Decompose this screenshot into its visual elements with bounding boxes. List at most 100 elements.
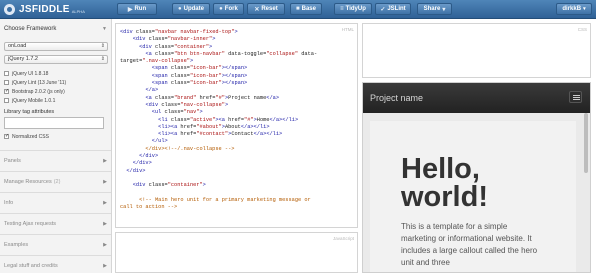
tidyup-button[interactable]: ≡ TidyUp [334,3,372,15]
library-tag-label: Library tag attributes [4,109,55,115]
library-label: jQuery UI 1.8.18 [12,70,49,77]
section-legal[interactable]: Legal stuff and credits ▶ [0,255,111,273]
chevron-down-icon[interactable]: ▼ [102,26,107,32]
html-editor-panel[interactable]: HTML <div class="navbar navbar-fixed-top… [115,23,358,228]
section-examples[interactable]: Examples ▶ [0,234,111,255]
code-line: <li><a href="#about">About</a></li> [158,123,270,130]
section-label: Panels [4,158,21,164]
run-button[interactable]: ▶ Run [117,3,157,15]
section-label: Manage Resources [4,179,52,185]
menu-bar [573,97,580,98]
fork-label: Fork [224,6,238,12]
result-scrollbar[interactable] [584,113,588,173]
code-line: <div class="navbar-inner"> [132,36,216,43]
js-editor-panel[interactable]: JavaScript [115,232,358,273]
section-testing-ajax[interactable]: Testing Ajax requests ▶ [0,213,111,234]
checkbox-checked[interactable] [4,133,9,139]
code-line: <!-- Main hero unit for a primary market… [120,196,311,203]
code-line: <div class="nav-collapse"> [145,101,229,108]
base-button[interactable]: ■ Base [290,3,322,15]
chevron-down-icon: ▾ [583,6,586,12]
select-arrows-icon: ⇕ [100,56,105,62]
chevron-right-icon: ▶ [103,158,107,164]
framework-select[interactable]: jQuery 1.7.2 ⇕ [4,55,108,64]
fork-button[interactable]: ● Fork [213,3,244,15]
code-line: <span class="icon-bar"></span> [151,72,248,79]
framework-heading: Choose Framework [4,26,57,32]
navbar-brand[interactable]: Project name [370,93,423,103]
hero-text: This is a template for a simple marketin… [401,222,538,267]
share-button[interactable]: Share ▾ [417,3,452,15]
framework-value: jQuery 1.7.2 [8,56,38,62]
code-line: </div> [132,160,152,167]
code-line: <li class="active"><a href="#">Home</a><… [158,116,299,123]
checkbox[interactable] [4,80,9,85]
library-label: Bootstrap 2.0.2 (js only) [12,88,65,95]
library-tag-input[interactable] [4,117,104,129]
code-line: </div><!--/.nav-collapse --> [120,145,235,152]
checkbox-checked[interactable] [4,88,9,94]
section-panels[interactable]: Panels ▶ [0,150,111,171]
result-panel[interactable]: Project name Hello, world! This is a tem… [362,82,591,273]
update-label: Update [183,6,204,12]
resource-count: (2) [53,179,61,185]
tidy-icon: ≡ [340,6,344,12]
code-line: target=".nav-collapse"> [120,58,194,65]
library-bootstrap[interactable]: Bootstrap 2.0.2 (js only) [4,88,65,95]
hero-title-line: Hello, [401,153,480,185]
play-icon: ▶ [127,6,133,13]
normalized-css-label: Normalized CSS [12,133,49,140]
code-line: <ul class="nav"> [151,109,203,116]
load-type-value: onLoad [8,43,27,49]
code-line: <span class="icon-bar"></span> [151,65,248,72]
library-label: jQuery Lint (13 June '11) [12,79,67,86]
cloud-icon [4,4,15,15]
load-type-select[interactable]: onLoad ⇕ [4,42,108,51]
menu-bar [573,99,580,100]
username: dirkkB [562,6,582,12]
top-toolbar: JSFIDDLE ALPHA ▶ Run ● Update ● Fork ✕ R… [0,0,596,19]
update-icon: ● [178,6,182,12]
css-editor-panel[interactable]: CSS [362,23,591,78]
jslint-button[interactable]: ✓ JSLint [375,3,411,15]
code-line: <a class="btn btn-navbar" data-toggle="c… [145,50,318,57]
hero-title: Hello, world! [401,153,488,213]
checkbox[interactable] [4,98,9,103]
panel-label: CSS [577,27,587,32]
checkbox[interactable] [4,71,9,76]
library-jquery-ui[interactable]: jQuery UI 1.8.18 [4,70,48,77]
reset-icon: ✕ [254,6,260,13]
normalized-css-option[interactable]: Normalized CSS [4,133,49,140]
chevron-right-icon: ▶ [103,221,107,227]
hero-title-line: world! [401,181,488,213]
code-line: </ul> [151,138,168,145]
library-jquery-mobile[interactable]: jQuery Mobile 1.0.1 [4,97,55,104]
logo-text: JSFIDDLE [19,4,70,15]
jsfiddle-logo[interactable]: JSFIDDLE ALPHA [4,3,85,16]
user-menu-button[interactable]: dirkkB ▾ [556,3,592,15]
chevron-right-icon: ▶ [103,179,107,185]
update-button[interactable]: ● Update [172,3,210,15]
section-label: Examples [4,242,29,248]
result-navbar: Project name [363,83,590,113]
share-label: Share [423,6,441,12]
select-arrows-icon: ⇕ [100,43,105,49]
library-jquery-lint[interactable]: jQuery Lint (13 June '11) [4,79,66,86]
html-code-editor[interactable]: <div class="navbar navbar-fixed-top"> <d… [120,29,317,211]
section-info[interactable]: Info ▶ [0,192,111,213]
code-line: </div> [139,153,159,160]
reset-button[interactable]: ✕ Reset [247,3,285,15]
menu-toggle-button[interactable] [569,91,582,103]
logo-subtext: ALPHA [71,8,85,14]
code-line: <div class="container"> [132,182,206,189]
code-line: call to action --> [120,204,178,211]
code-line: <li><a href="#contact">Contact</a></li> [158,131,283,138]
base-icon: ■ [296,6,300,12]
code-line: <div class="navbar navbar-fixed-top"> [120,29,238,35]
section-manage-resources[interactable]: Manage Resources (2) ▶ [0,171,111,192]
section-label: Testing Ajax requests [4,221,56,227]
code-line: </a> [145,87,159,94]
base-label: Base [301,6,316,12]
